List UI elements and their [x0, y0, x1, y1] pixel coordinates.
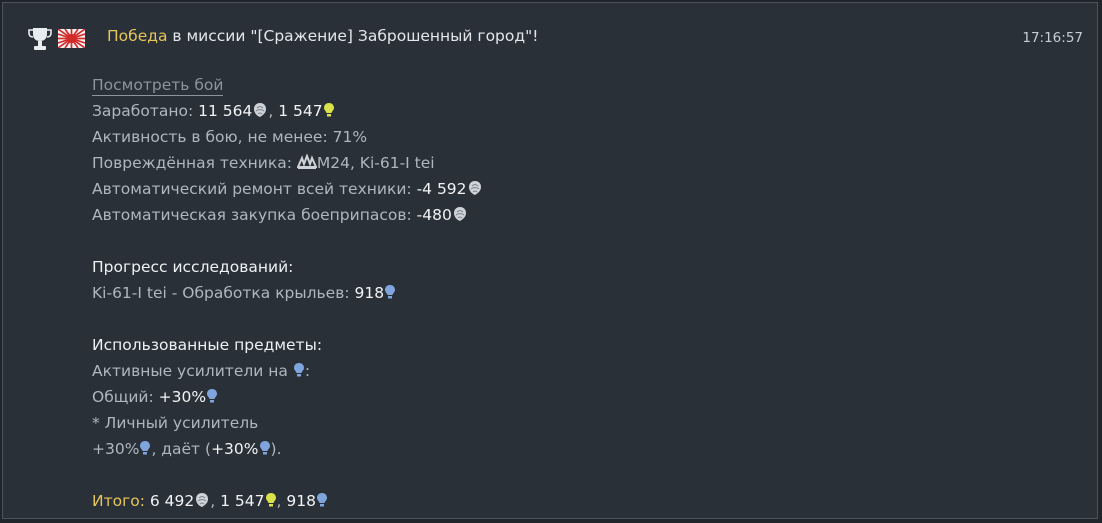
used-items-heading: Использованные предметы: [92, 336, 323, 354]
view-battle-link[interactable]: Посмотреть бой [92, 76, 224, 96]
personal-booster-line: * Личный усилитель [92, 414, 259, 432]
research-icon [259, 441, 270, 455]
message-header: Победа в миссии "[Сражение] Заброшенный … [3, 3, 1097, 63]
auto-ammo-line: Автоматическая закупка боеприпасов: -480 [92, 202, 483, 228]
damaged-vehicles-line: Повреждённая техника: M24, Ki-61-I tei [92, 154, 435, 172]
general-booster-line: Общий: +30% [92, 384, 483, 410]
message-title: Победа в миссии "[Сражение] Заброшенный … [107, 27, 538, 45]
japan-flag-icon [58, 29, 85, 48]
research-heading: Прогресс исследований: [92, 258, 294, 276]
research-icon [207, 389, 218, 403]
earned-line: Заработано: 11 564, 1 547 [92, 98, 483, 124]
total-line: Итого: 6 492, 1 547, 918 [92, 488, 483, 514]
silver-lions-icon [254, 103, 267, 117]
earned-sl-value: 11 564 [198, 102, 253, 120]
research-points-icon [265, 493, 276, 507]
battle-result-message: Победа в миссии "[Сражение] Заброшенный … [2, 2, 1098, 519]
personal-booster-value-line: +30%, даёт (+30%). [92, 440, 282, 458]
research-icon [293, 363, 304, 377]
earned-rp-value: 1 547 [278, 102, 323, 120]
research-points-icon [323, 103, 334, 117]
damaged-vehicles-list: M24, Ki-61-I tei [316, 154, 435, 172]
total-label: Итого: [92, 492, 145, 510]
victory-label: Победа [107, 27, 168, 45]
research-icon [385, 285, 396, 299]
mission-text: в миссии "[Сражение] Заброшенный город"! [167, 27, 539, 45]
research-icon [316, 493, 327, 507]
auto-repair-line: Автоматический ремонт всей техники: -4 5… [92, 176, 483, 202]
activity-line: Активность в бою, не менее: 71% [92, 128, 368, 146]
silver-lions-icon [453, 207, 466, 221]
research-item-line: Ki-61-I tei - Обработка крыльев: 918 [92, 280, 483, 306]
trophy-icon [28, 28, 52, 50]
silver-lions-icon [468, 181, 481, 195]
research-icon [140, 441, 151, 455]
message-body: Посмотреть бой Заработано: 11 564, 1 547… [92, 72, 483, 514]
active-boosters-line: Активные усилители на : [92, 362, 311, 380]
silver-lions-icon [196, 493, 209, 507]
message-time: 17:16:57 [1022, 30, 1083, 46]
damage-icon [296, 154, 317, 169]
